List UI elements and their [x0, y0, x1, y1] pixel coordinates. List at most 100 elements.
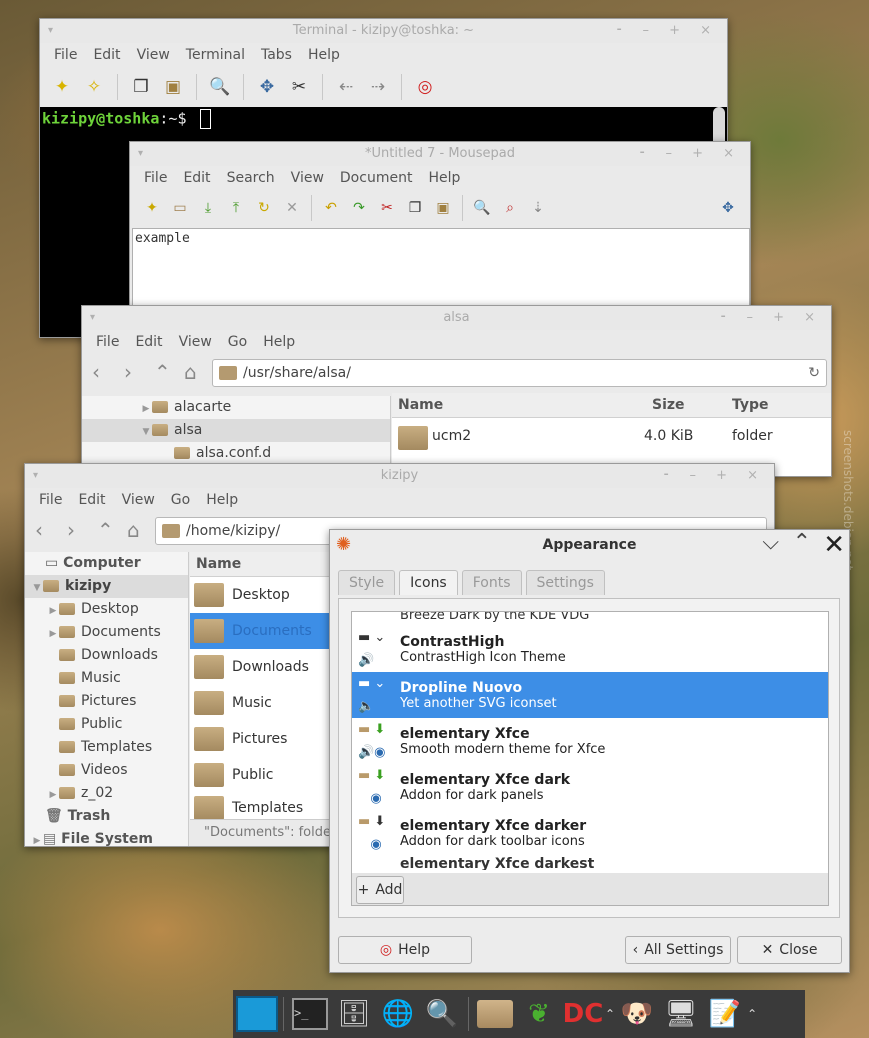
- dictionary-icon[interactable]: DC: [561, 994, 605, 1034]
- help-lifebuoy-icon[interactable]: ◎: [411, 73, 439, 101]
- sidebar-item-videos[interactable]: Videos: [25, 759, 188, 782]
- column-name[interactable]: Name: [398, 393, 443, 417]
- home-menu-go[interactable]: Go: [171, 492, 190, 508]
- home-menu-edit[interactable]: Edit: [78, 492, 105, 508]
- home-menu-view[interactable]: View: [122, 492, 155, 508]
- alsa-menu-go[interactable]: Go: [228, 334, 247, 350]
- alsa-menu-help[interactable]: Help: [263, 334, 295, 350]
- find-replace-icon[interactable]: ⌕: [496, 194, 524, 222]
- list-item-partial[interactable]: elementary Xfce darkest: [352, 856, 828, 870]
- sidebar-item-z02[interactable]: ▶ z_02: [25, 782, 188, 805]
- window-menu-icon[interactable]: ▾: [48, 19, 53, 43]
- file-cabinet-icon[interactable]: 🗄: [332, 994, 376, 1034]
- alsa-location-bar[interactable]: /usr/share/alsa/ ↻: [212, 359, 827, 387]
- file-row[interactable]: ucm2 4.0 KiB folder: [392, 418, 831, 456]
- save-icon[interactable]: ⤓: [194, 194, 222, 222]
- tab-fonts[interactable]: Fonts: [461, 570, 522, 595]
- column-name[interactable]: Name: [196, 556, 241, 572]
- window-controls[interactable]: ⁃ – + ×: [616, 19, 719, 43]
- window-controls[interactable]: ⁃ – + ×: [720, 306, 823, 330]
- home-icon[interactable]: ⌂: [184, 360, 197, 384]
- mousepad-menu-help[interactable]: Help: [428, 170, 460, 186]
- all-settings-button[interactable]: ‹ All Settings: [625, 936, 731, 964]
- mousepad-menu-document[interactable]: Document: [340, 170, 413, 186]
- terminal-icon[interactable]: >_: [288, 994, 332, 1034]
- list-item-dropline-nuovo[interactable]: ▬ ⌄ 🔈 Dropline Nuovo Yet another SVG icons…: [352, 672, 828, 718]
- redo-icon[interactable]: ↷: [345, 194, 373, 222]
- window-menu-icon[interactable]: ▾: [90, 306, 95, 330]
- back-icon[interactable]: ‹: [35, 518, 43, 542]
- fullscreen-icon[interactable]: ✥: [714, 194, 742, 222]
- terminal-titlebar[interactable]: ▾ Terminal - kizipy@toshka: ~ ⁃ – + ×: [40, 19, 727, 43]
- new-document-icon[interactable]: ✦: [138, 194, 166, 222]
- window-controls[interactable]: ⁃ – + ×: [663, 464, 766, 488]
- mousepad-menu-edit[interactable]: Edit: [183, 170, 210, 186]
- editor-area[interactable]: example: [132, 228, 750, 312]
- list-item-partial[interactable]: Breeze Dark by the KDE VDG: [352, 612, 828, 626]
- terminal-menu-file[interactable]: File: [54, 47, 77, 63]
- list-item-contrasthigh[interactable]: ▬ ⌄ 🔊 ContrastHigh ContrastHigh Icon Theme: [352, 626, 828, 672]
- tab-settings[interactable]: Settings: [525, 570, 605, 595]
- web-browser-icon[interactable]: 🌐: [376, 994, 420, 1034]
- sidebar-item-filesystem[interactable]: ▶ ▤ File System: [25, 828, 188, 846]
- mousepad-titlebar[interactable]: ▾ *Untitled 7 - Mousepad ⁃ – + ×: [130, 142, 750, 166]
- alsa-menu-edit[interactable]: Edit: [135, 334, 162, 350]
- next-tab-icon[interactable]: ⇢: [364, 73, 392, 101]
- reload-icon[interactable]: ↻: [250, 194, 278, 222]
- sidebar-item-trash[interactable]: 🗑 Trash: [25, 805, 188, 828]
- window-controls[interactable]: ⁃ – + ×: [639, 142, 742, 166]
- help-button[interactable]: ◎ Help: [338, 936, 472, 964]
- tree-item[interactable]: ▶ alacarte: [82, 396, 390, 419]
- file-manager-icon[interactable]: [473, 994, 517, 1034]
- cut-icon[interactable]: ✂: [373, 194, 401, 222]
- sidebar-item-documents[interactable]: ▶ Documents: [25, 621, 188, 644]
- home-menu-file[interactable]: File: [39, 492, 62, 508]
- show-desktop-icon[interactable]: [235, 994, 279, 1034]
- terminal-menu-terminal[interactable]: Terminal: [186, 47, 245, 63]
- find-icon[interactable]: 🔍: [468, 194, 496, 222]
- gimp-icon[interactable]: 🐶: [615, 994, 659, 1034]
- sidebar-item-templates[interactable]: Templates: [25, 736, 188, 759]
- minimize-icon[interactable]: ⌵: [762, 530, 779, 555]
- forward-icon[interactable]: ›: [67, 518, 75, 542]
- up-icon[interactable]: ⌃: [154, 360, 171, 384]
- leaf-app-icon[interactable]: ❦: [517, 994, 561, 1034]
- open-icon[interactable]: ▭: [166, 194, 194, 222]
- terminal-menu-tabs[interactable]: Tabs: [261, 47, 292, 63]
- tree-item[interactable]: ▼ alsa: [82, 419, 390, 442]
- window-menu-icon[interactable]: ▾: [33, 464, 38, 488]
- preferences-icon[interactable]: ✂: [285, 73, 313, 101]
- close-button[interactable]: ✕ Close: [737, 936, 842, 964]
- add-button[interactable]: + Add: [356, 876, 404, 904]
- sidebar-item-downloads[interactable]: Downloads: [25, 644, 188, 667]
- chevron-up-icon[interactable]: ⌃: [747, 1007, 757, 1021]
- copy-icon[interactable]: ❐: [401, 194, 429, 222]
- goto-icon[interactable]: ⇣: [524, 194, 552, 222]
- sidebar-item-pictures[interactable]: Pictures: [25, 690, 188, 713]
- alsa-titlebar[interactable]: ▾ alsa ⁃ – + ×: [82, 306, 831, 330]
- chevron-up-icon[interactable]: ⌃: [605, 1007, 615, 1021]
- mousepad-menu-file[interactable]: File: [144, 170, 167, 186]
- close-document-icon[interactable]: ✕: [278, 194, 306, 222]
- window-menu-icon[interactable]: ▾: [138, 142, 143, 166]
- search-icon[interactable]: 🔍: [206, 73, 234, 101]
- undo-icon[interactable]: ↶: [317, 194, 345, 222]
- file-row-selected[interactable]: Documents: [190, 613, 330, 649]
- reload-icon[interactable]: ↻: [808, 365, 820, 381]
- previous-tab-icon[interactable]: ⇠: [332, 73, 360, 101]
- save-as-icon[interactable]: ⤒: [222, 194, 250, 222]
- fullscreen-icon[interactable]: ✥: [253, 73, 281, 101]
- sidebar-item-computer[interactable]: ▭ Computer: [25, 552, 188, 575]
- column-type[interactable]: Type: [732, 393, 769, 417]
- sidebar-item-public[interactable]: Public: [25, 713, 188, 736]
- up-icon[interactable]: ⌃: [97, 518, 114, 542]
- forward-icon[interactable]: ›: [124, 360, 132, 384]
- terminal-menu-edit[interactable]: Edit: [93, 47, 120, 63]
- tree-item[interactable]: alsa.conf.d: [82, 442, 390, 465]
- maximize-icon[interactable]: ⌃: [793, 530, 811, 555]
- mousepad-menu-view[interactable]: View: [291, 170, 324, 186]
- home-titlebar[interactable]: ▾ kizipy ⁃ – + ×: [25, 464, 774, 488]
- terminal-menu-help[interactable]: Help: [308, 47, 340, 63]
- back-icon[interactable]: ‹: [92, 360, 100, 384]
- alsa-menu-view[interactable]: View: [179, 334, 212, 350]
